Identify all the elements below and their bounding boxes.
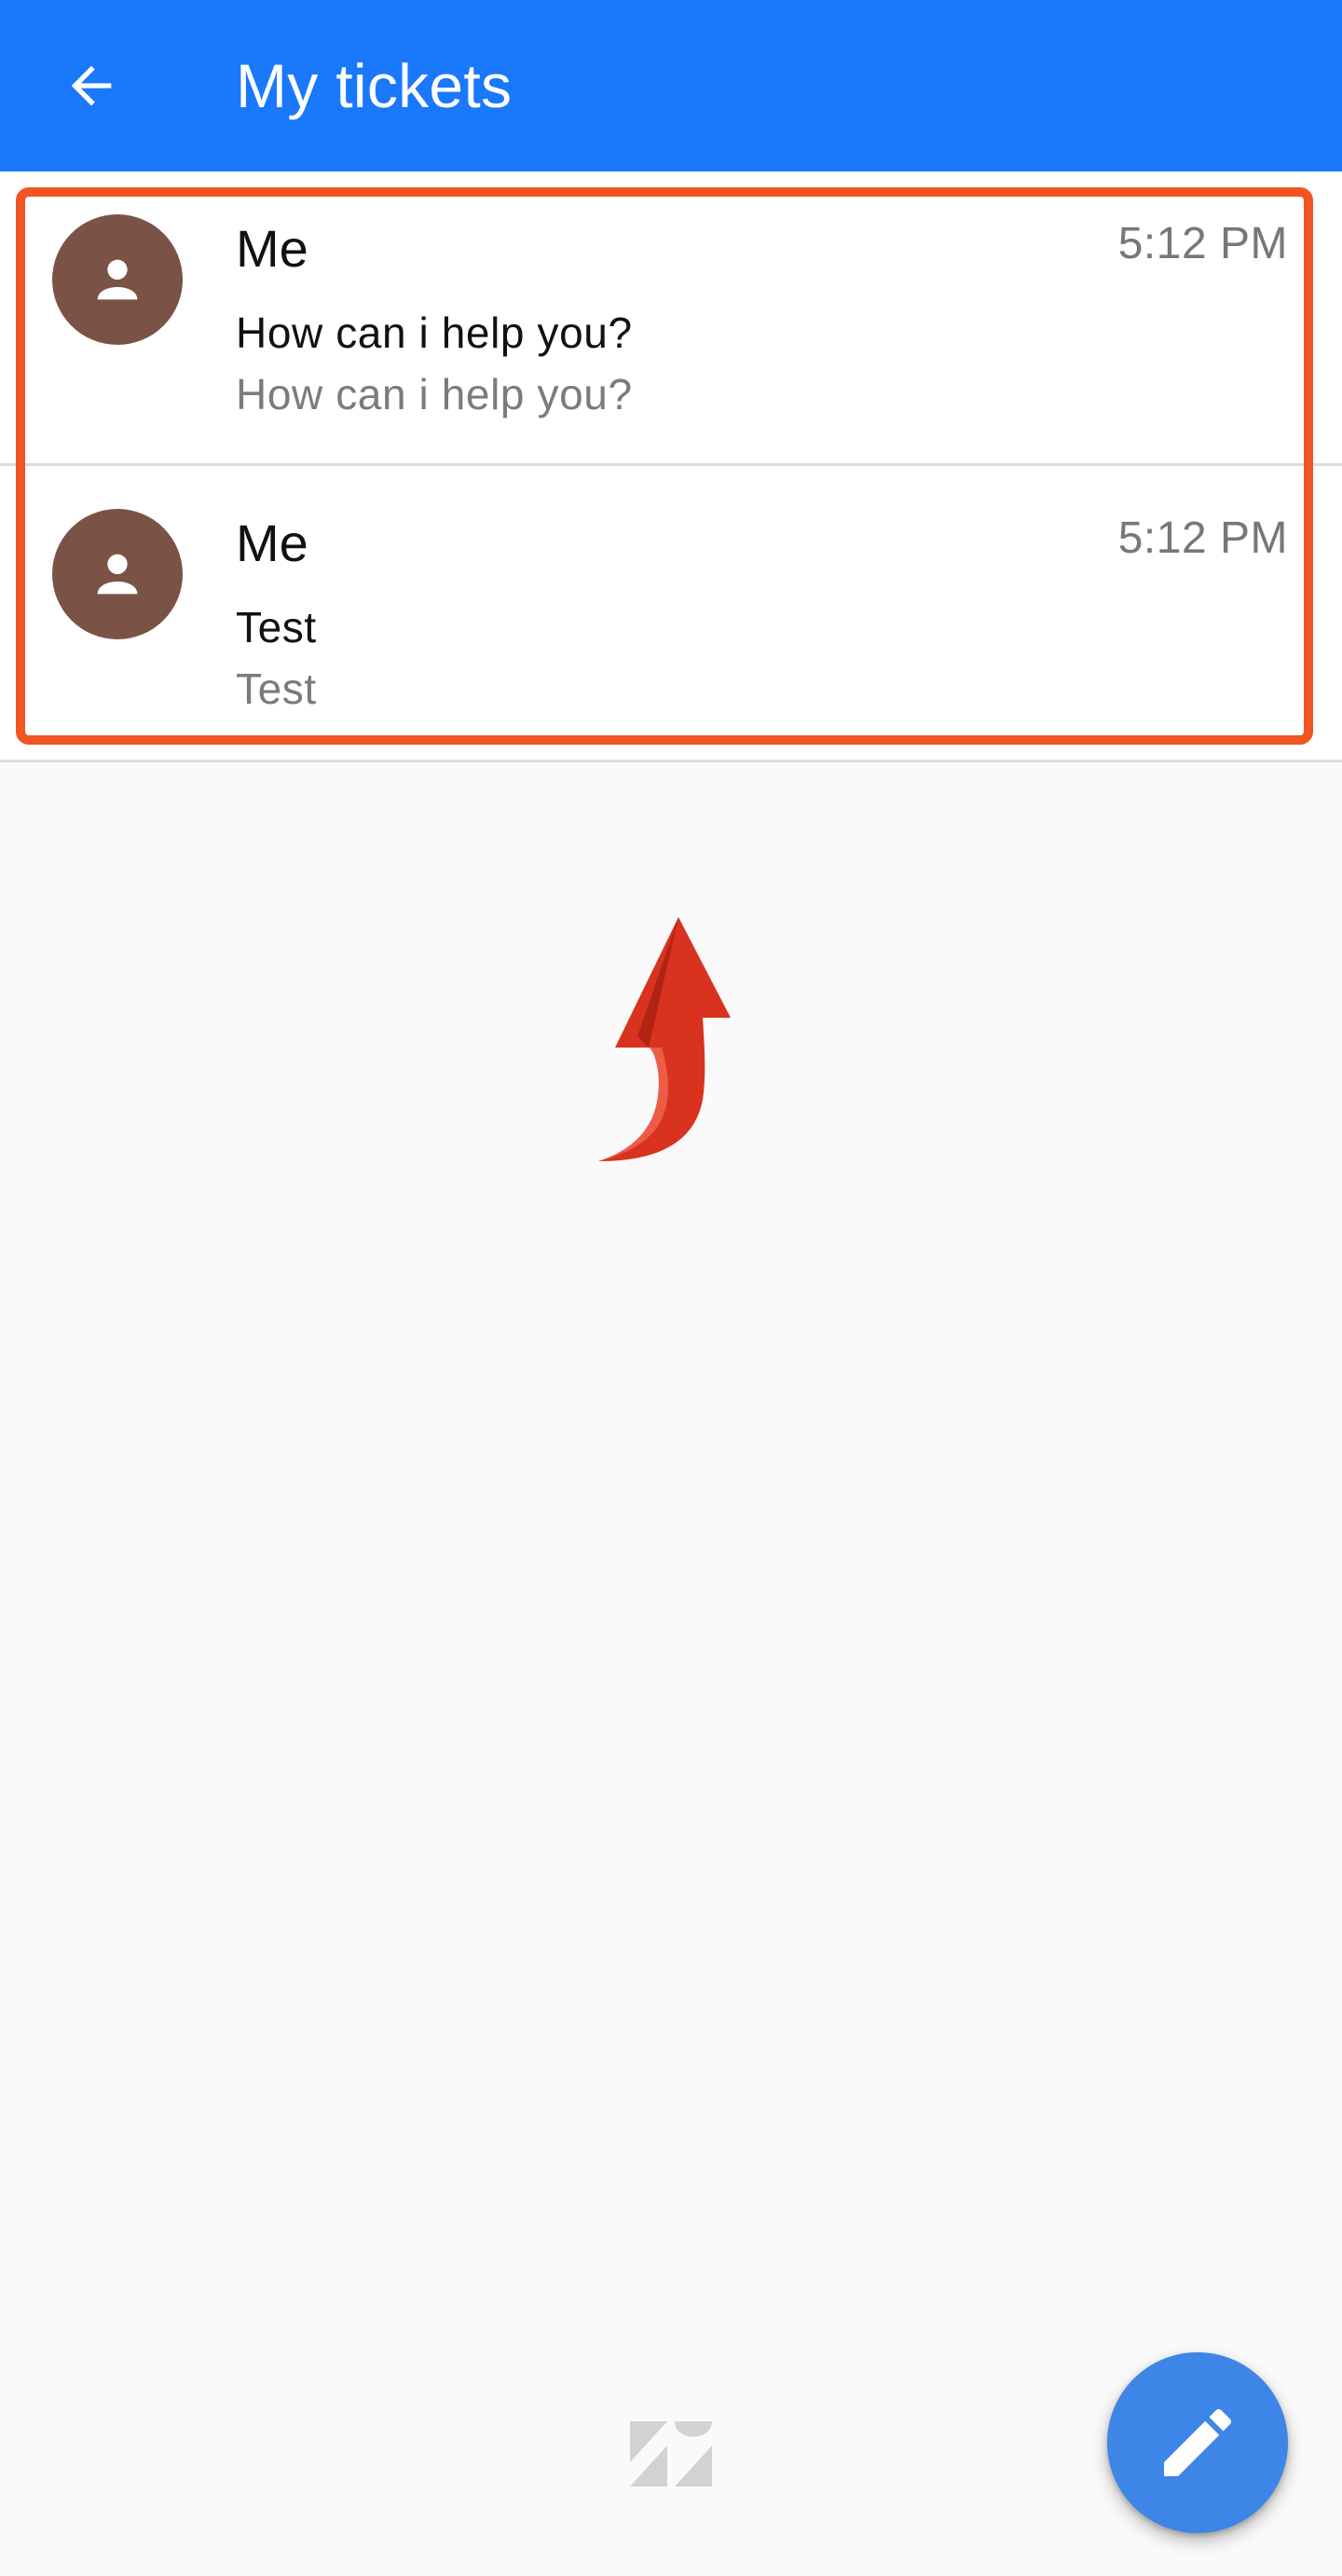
ticket-list-item[interactable]: Me 5:12 PM How can i help you? How can i…	[0, 171, 1342, 466]
ticket-time: 5:12 PM	[1117, 514, 1288, 563]
page-title: My tickets	[236, 51, 513, 120]
ticket-author: Me	[236, 514, 308, 572]
ticket-list: Me 5:12 PM How can i help you? How can i…	[0, 171, 1342, 762]
ticket-preview: Test	[236, 665, 317, 713]
back-button[interactable]	[47, 41, 136, 130]
app-bar: My tickets	[0, 0, 1342, 171]
avatar	[52, 214, 183, 345]
ticket-subject: How can i help you?	[236, 308, 633, 357]
ticket-subject: Test	[236, 603, 317, 651]
avatar	[52, 509, 183, 639]
person-icon	[97, 554, 138, 595]
pencil-icon	[1164, 2408, 1232, 2476]
ticket-time: 5:12 PM	[1117, 219, 1288, 268]
compose-ticket-button[interactable]	[1107, 2352, 1288, 2533]
person-icon	[97, 259, 138, 300]
ticket-list-item[interactable]: Me 5:12 PM Test Test	[0, 466, 1342, 762]
ticket-preview: How can i help you?	[236, 370, 633, 418]
zendesk-logo-icon	[630, 2421, 712, 2487]
arrow-back-icon	[71, 65, 112, 106]
curved-up-arrow-icon	[598, 917, 731, 1161]
ticket-author: Me	[236, 219, 308, 278]
